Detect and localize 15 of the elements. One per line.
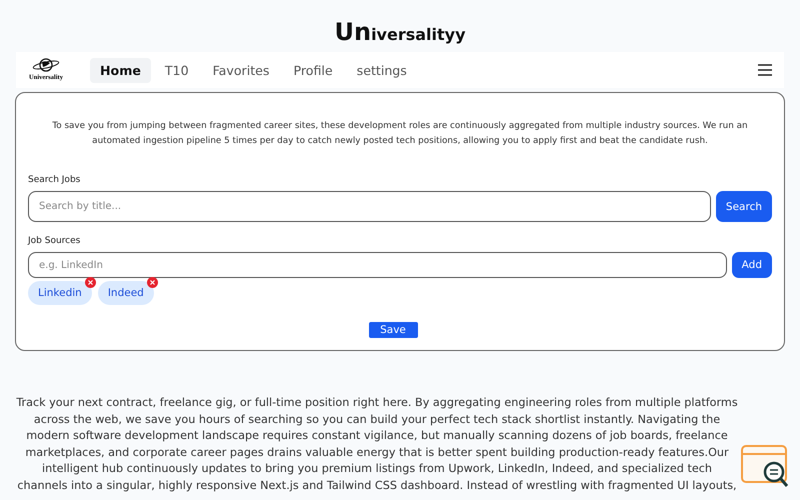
add-button[interactable]: Add bbox=[732, 252, 772, 278]
field-label: Job Sources bbox=[28, 236, 82, 246]
search-field[interactable]: Search by title... bbox=[28, 191, 711, 222]
nav-tab[interactable]: settings bbox=[346, 58, 417, 82]
save-button[interactable]: Save bbox=[368, 322, 418, 338]
nav-tab[interactable]: Profile bbox=[283, 58, 343, 82]
nav-tab[interactable]: T10 bbox=[154, 58, 199, 82]
intro-text: To save you from jumping between fragmented career sites, these development roles are continuously aggregated from multiple industry sources. We run an automated ingestion pipeline 5 times per day to catch newly posted tech positions, allowing you to apply first and beat the candidate rush. bbox=[51, 120, 749, 148]
field-label: Search Jobs bbox=[28, 175, 82, 185]
search-button[interactable]: Search bbox=[716, 191, 772, 222]
site-title: Universalityy bbox=[334, 18, 466, 48]
nav-tab[interactable]: Favorites bbox=[202, 58, 280, 82]
source-field[interactable]: e.g. LinkedIn bbox=[28, 252, 727, 278]
description-text: Track your next contract, freelance gig, or full-time position right here. By aggregating engineering roles from multiple platforms across the web, we save you hours of searching so you can build your perfect tech stack shortlist instantly. Navigating the modern software development landscape requires constant vigilance, but manually scanning dozens of job boards, freelance marketplaces, and corporate career pages drains valuable energy that is better spent building production-ready features.Our intelligent hub continuously updates to bring you premium listings from Upwork, LinkedIn, Indeed, and specialized tech channels into a singular, highly responsive Next.js and Tailwind CSS dashboard. Instead of wrestling with fragmented UI layouts, bbox=[16, 395, 738, 494]
nav-tab[interactable]: Home bbox=[90, 58, 151, 82]
